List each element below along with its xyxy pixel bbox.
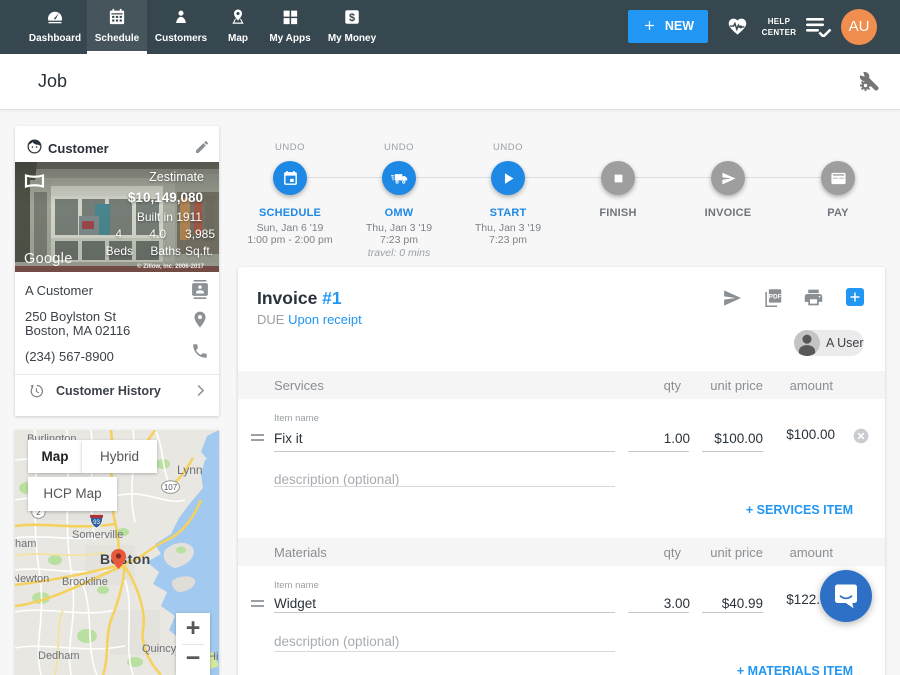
svg-text:93: 93 [93,519,100,526]
svg-text:PDF: PDF [769,293,782,300]
svg-text:$: $ [349,12,355,24]
svg-text:107: 107 [164,483,178,492]
